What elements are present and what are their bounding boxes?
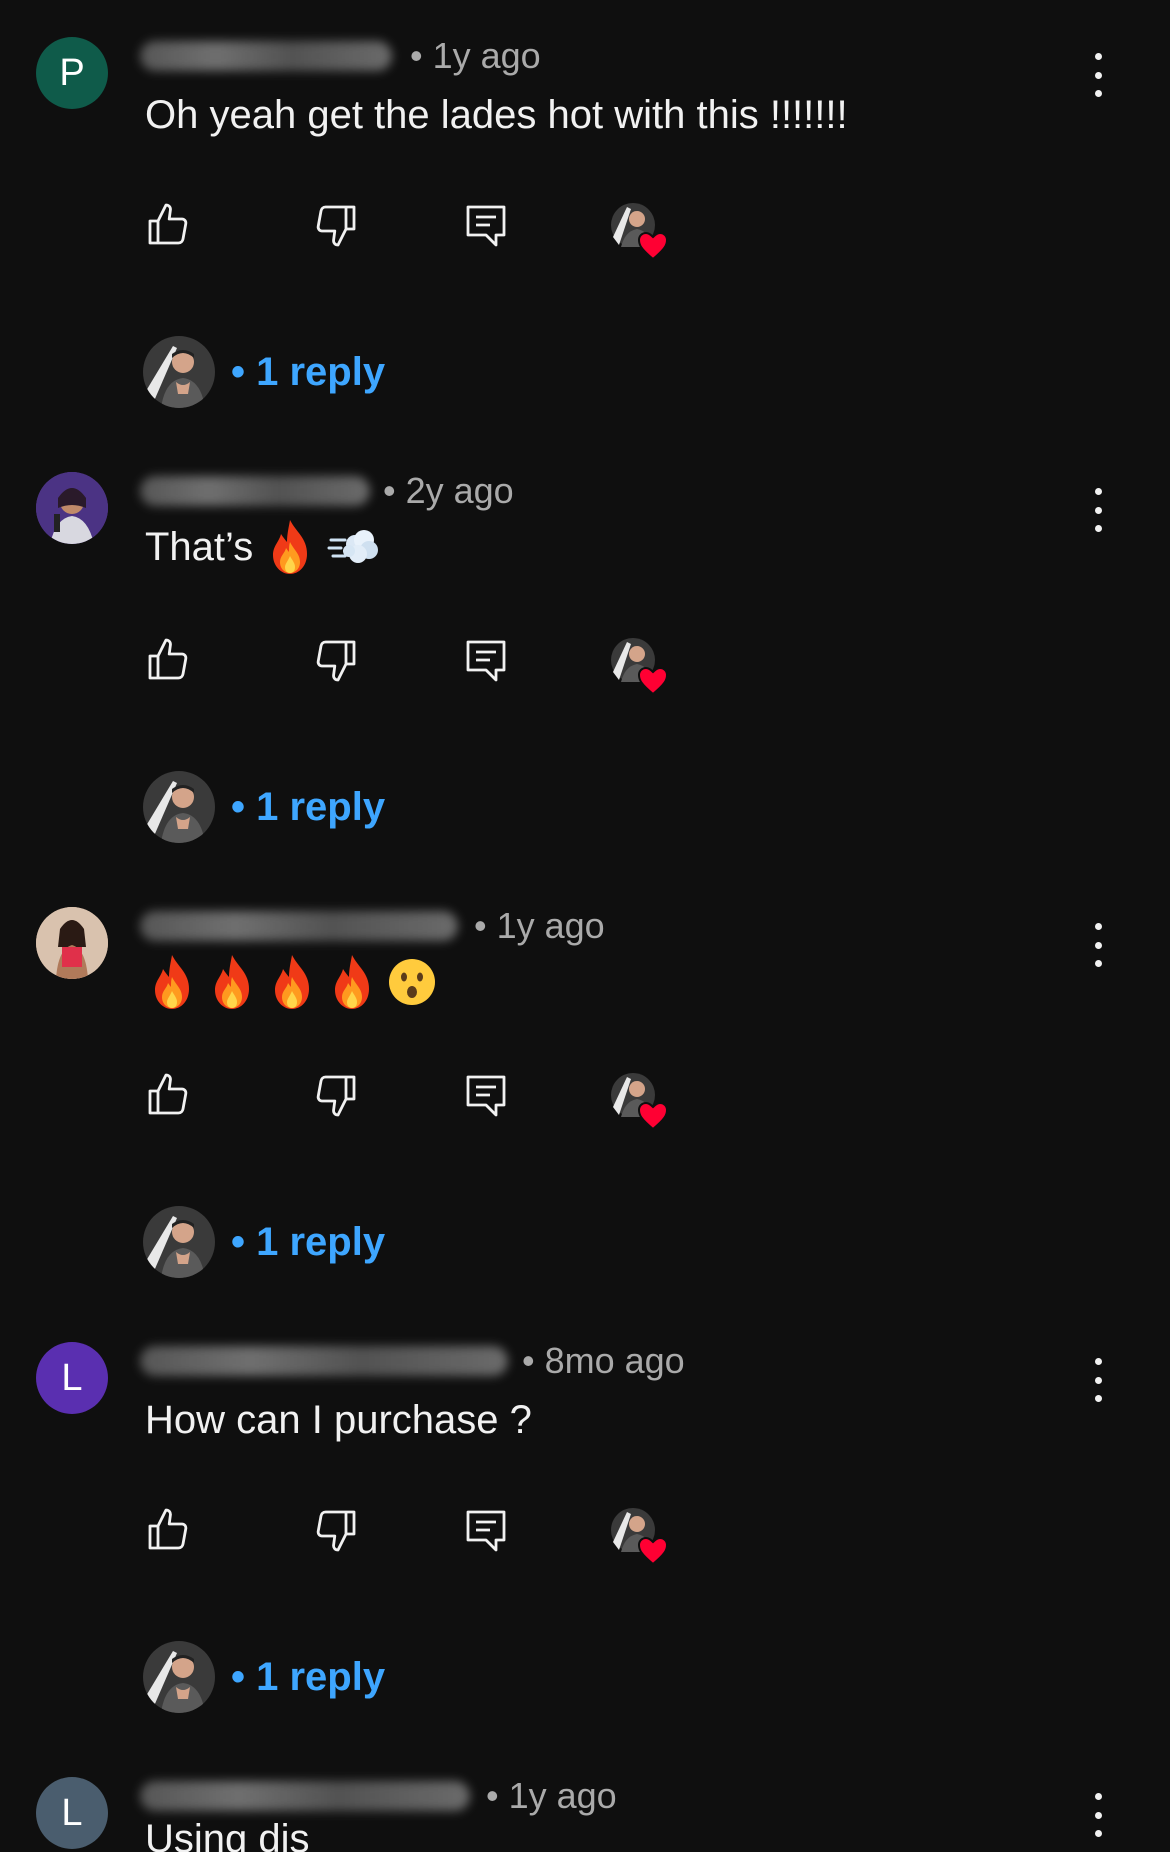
comment-text: Oh yeah get the lades hot with this !!!!… xyxy=(145,93,848,137)
comment-text: How can I purchase ? xyxy=(145,1398,532,1442)
comment-item: L • 8mo ago How can I purchase ? • 1 rep… xyxy=(0,1330,1170,1765)
thumb-up-icon xyxy=(144,201,192,249)
comment-item: P • 1y ago Oh yeah get the lades hot wit… xyxy=(0,25,1170,460)
fire-emoji-icon xyxy=(145,953,199,1011)
creator-heart-icon xyxy=(607,636,673,696)
dislike-button[interactable] xyxy=(312,201,360,249)
dash-emoji-icon xyxy=(327,518,381,576)
thumb-up-icon xyxy=(144,1506,192,1554)
like-button[interactable] xyxy=(144,1071,192,1119)
reply-comment-icon xyxy=(462,1506,510,1554)
avatar-letter: L xyxy=(61,1356,83,1399)
hushed-face-emoji-icon xyxy=(385,953,439,1011)
fire-emoji-icon xyxy=(205,953,259,1011)
replies-count-link[interactable]: • 1 reply xyxy=(231,1655,385,1700)
username-blurred[interactable] xyxy=(140,1346,508,1376)
avatar-letter: L xyxy=(61,1791,83,1834)
thumb-down-icon xyxy=(312,201,360,249)
thumb-down-icon xyxy=(312,1071,360,1119)
comment-timestamp: • 8mo ago xyxy=(522,1340,685,1381)
reply-comment-icon xyxy=(462,1071,510,1119)
view-replies-button[interactable]: • 1 reply xyxy=(143,1205,385,1279)
avatar-letter: P xyxy=(59,51,85,94)
replies-count-link[interactable]: • 1 reply xyxy=(231,350,385,395)
comment-text: Using dis xyxy=(145,1817,310,1852)
creator-heart-icon xyxy=(607,1071,673,1131)
reply-button[interactable] xyxy=(462,1071,510,1119)
dislike-button[interactable] xyxy=(312,1506,360,1554)
comment-text-label: That’s xyxy=(145,524,254,569)
thumb-up-icon xyxy=(144,1071,192,1119)
like-button[interactable] xyxy=(144,1506,192,1554)
reply-avatar xyxy=(143,1641,215,1713)
creator-heart-icon xyxy=(607,201,673,261)
username-blurred[interactable] xyxy=(140,1781,470,1811)
username-blurred[interactable] xyxy=(140,911,458,941)
avatar[interactable]: L xyxy=(36,1777,108,1849)
fire-emoji-icon xyxy=(265,953,319,1011)
dislike-button[interactable] xyxy=(312,1071,360,1119)
view-replies-button[interactable]: • 1 reply xyxy=(143,1640,385,1714)
reply-button[interactable] xyxy=(462,201,510,249)
thumb-down-icon xyxy=(312,636,360,684)
replies-count-link[interactable]: • 1 reply xyxy=(231,785,385,830)
like-button[interactable] xyxy=(144,636,192,684)
comment-timestamp: • 1y ago xyxy=(410,35,541,76)
reply-comment-icon xyxy=(462,636,510,684)
more-vertical-icon[interactable] xyxy=(1080,1789,1116,1841)
more-vertical-icon[interactable] xyxy=(1080,49,1116,101)
comment-emojis xyxy=(145,953,439,1011)
fire-emoji-icon xyxy=(263,518,317,576)
reply-comment-icon xyxy=(462,201,510,249)
avatar[interactable]: P xyxy=(36,37,108,109)
dislike-button[interactable] xyxy=(312,636,360,684)
avatar-photo xyxy=(36,907,108,979)
username-blurred[interactable] xyxy=(140,41,392,71)
reply-avatar xyxy=(143,1206,215,1278)
avatar[interactable] xyxy=(36,472,108,544)
comment-item: L • 1y ago Using dis xyxy=(0,1765,1170,1852)
username-blurred[interactable] xyxy=(140,476,370,506)
thumb-down-icon xyxy=(312,1506,360,1554)
comment-item: • 2y ago That’s • 1 reply xyxy=(0,460,1170,895)
reply-avatar xyxy=(143,336,215,408)
reply-button[interactable] xyxy=(462,636,510,684)
more-vertical-icon[interactable] xyxy=(1080,1354,1116,1406)
creator-heart-icon xyxy=(607,1506,673,1566)
comment-timestamp: • 1y ago xyxy=(486,1775,617,1816)
reply-button[interactable] xyxy=(462,1506,510,1554)
comment-text: That’s xyxy=(145,518,381,576)
like-button[interactable] xyxy=(144,201,192,249)
comment-timestamp: • 2y ago xyxy=(383,470,514,511)
avatar[interactable]: L xyxy=(36,1342,108,1414)
comment-timestamp: • 1y ago xyxy=(474,905,605,946)
replies-count-link[interactable]: • 1 reply xyxy=(231,1220,385,1265)
avatar-photo xyxy=(36,472,108,544)
thumb-up-icon xyxy=(144,636,192,684)
view-replies-button[interactable]: • 1 reply xyxy=(143,770,385,844)
view-replies-button[interactable]: • 1 reply xyxy=(143,335,385,409)
avatar[interactable] xyxy=(36,907,108,979)
comment-item: • 1y ago • 1 reply xyxy=(0,895,1170,1330)
fire-emoji-icon xyxy=(325,953,379,1011)
more-vertical-icon[interactable] xyxy=(1080,919,1116,971)
reply-avatar xyxy=(143,771,215,843)
more-vertical-icon[interactable] xyxy=(1080,484,1116,536)
